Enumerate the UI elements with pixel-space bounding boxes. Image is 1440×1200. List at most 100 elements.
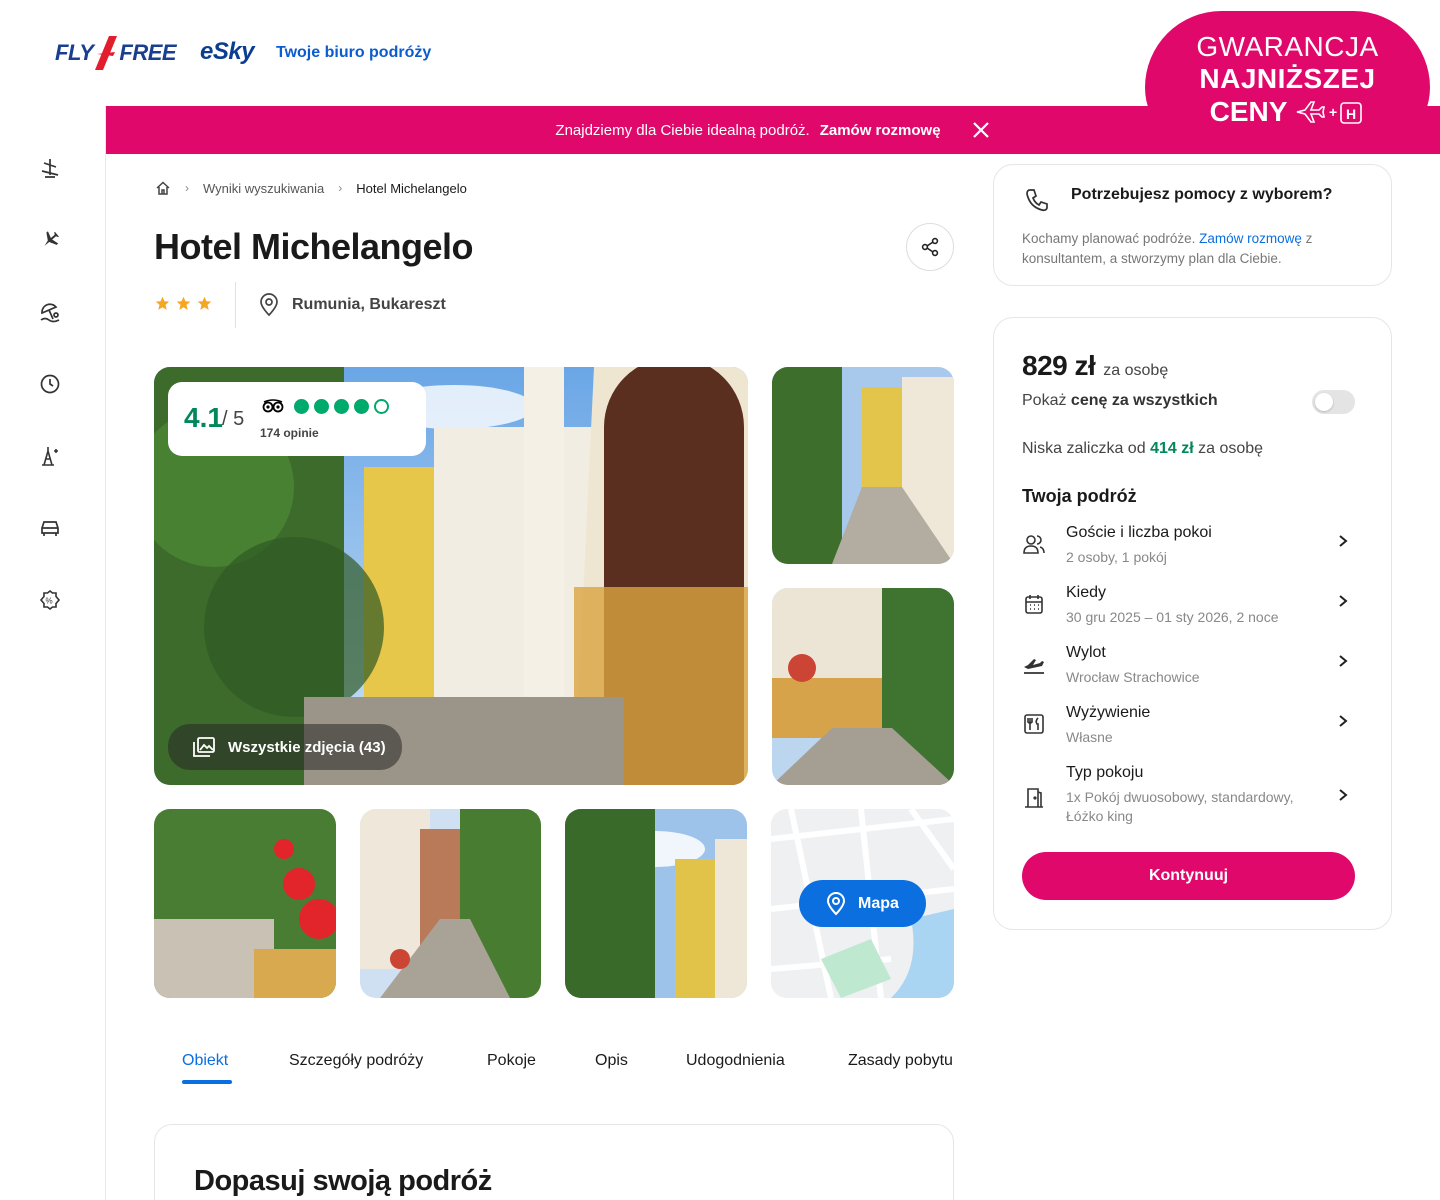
price-amount: 829 zł bbox=[1022, 350, 1096, 381]
hotel-location[interactable]: Rumunia, Bukareszt bbox=[258, 293, 446, 317]
help-card: Potrzebujesz pomocy z wyborem? Kochamy p… bbox=[993, 164, 1392, 286]
trip-row-value: 2 osoby, 1 pokój bbox=[1066, 549, 1167, 565]
active-tab-indicator bbox=[182, 1080, 232, 1084]
trip-row-meals[interactable]: Wyżywienie Własne bbox=[1022, 704, 1362, 756]
breadcrumb-search-results[interactable]: Wyniki wyszukiwania bbox=[203, 181, 324, 196]
share-icon bbox=[921, 237, 939, 257]
rating-bubbles bbox=[294, 399, 389, 414]
trip-row-departure[interactable]: Wylot Wrocław Strachowice bbox=[1022, 644, 1362, 696]
rating-bubble-full bbox=[334, 399, 349, 414]
trip-row-value: 30 gru 2025 – 01 sty 2026, 2 noce bbox=[1066, 609, 1279, 625]
trip-row-value: Wrocław Strachowice bbox=[1066, 669, 1200, 685]
help-text: Kochamy planować podróże. Zamów rozmowę … bbox=[1022, 229, 1362, 269]
trip-row-value: Własne bbox=[1066, 729, 1113, 745]
map-button[interactable]: Mapa bbox=[799, 880, 926, 927]
tab-obiekt[interactable]: Obiekt bbox=[182, 1052, 228, 1070]
trip-row-label: Goście i liczba pokoi bbox=[1066, 524, 1212, 541]
location-pin-icon bbox=[260, 293, 278, 317]
map-label: Mapa bbox=[858, 894, 899, 912]
home-icon[interactable] bbox=[155, 180, 171, 196]
tab-zasady-pobytu[interactable]: Zasady pobytu bbox=[848, 1052, 953, 1070]
holiday-icon[interactable] bbox=[38, 156, 62, 180]
show-total-prefix: Pokaż bbox=[1022, 392, 1067, 409]
gallery-icon bbox=[193, 737, 215, 757]
room-door-icon bbox=[1022, 786, 1046, 810]
star-icon bbox=[176, 296, 191, 310]
close-icon[interactable] bbox=[971, 120, 991, 140]
hotel-photo-thumbnail[interactable] bbox=[772, 588, 954, 785]
breadcrumb: › Wyniki wyszukiwania › Hotel Michelange… bbox=[155, 180, 467, 196]
tagline: Twoje biuro podróży bbox=[276, 44, 432, 61]
tab-opis[interactable]: Opis bbox=[595, 1052, 628, 1070]
svg-text:%: % bbox=[46, 597, 53, 606]
all-photos-button[interactable]: Wszystkie zdjęcia (43) bbox=[168, 724, 402, 770]
promo-text: Znajdziemy dla Ciebie idealną podróż. bbox=[555, 121, 810, 139]
rating-bubble-full bbox=[354, 399, 369, 414]
hotel-photo-thumbnail[interactable] bbox=[360, 809, 541, 998]
all-photos-label: Wszystkie zdjęcia (43) bbox=[228, 738, 386, 756]
section-tabs: Obiekt Szczegóły podróży Pokoje Opis Udo… bbox=[154, 1040, 954, 1086]
logo-free-text: FREE bbox=[119, 40, 177, 65]
tab-udogodnienia[interactable]: Udogodnienia bbox=[686, 1052, 785, 1070]
lastminute-icon[interactable] bbox=[38, 372, 62, 396]
chevron-right-icon bbox=[1339, 789, 1348, 801]
share-button[interactable] bbox=[906, 223, 954, 271]
breadcrumb-separator-icon: › bbox=[338, 181, 343, 195]
help-call-link[interactable]: Zamów rozmowę bbox=[1199, 231, 1302, 246]
logo-slash-icon bbox=[95, 36, 118, 70]
phone-icon bbox=[1026, 189, 1048, 212]
star-rating bbox=[155, 296, 212, 311]
chevron-right-icon bbox=[1339, 715, 1348, 727]
deals-icon[interactable]: % bbox=[38, 588, 62, 612]
page-title: Hotel Michelangelo bbox=[154, 226, 474, 267]
svg-text:+: + bbox=[1329, 104, 1337, 120]
hotel-photo-thumbnail[interactable] bbox=[565, 809, 747, 998]
help-text-before: Kochamy planować podróże. bbox=[1022, 231, 1196, 246]
rating-bubble-full bbox=[294, 399, 309, 414]
total-price-toggle[interactable] bbox=[1312, 390, 1355, 414]
meal-icon bbox=[1022, 712, 1046, 736]
guarantee-line2: NAJNIŻSZEJ bbox=[1199, 63, 1376, 94]
svg-text:H: H bbox=[1346, 106, 1356, 122]
guarantee-line3: CENY bbox=[1209, 96, 1288, 127]
booking-summary-card: 829 zł za osobę Pokaż cenę za wszystkich… bbox=[993, 317, 1392, 930]
tripadvisor-icon bbox=[262, 399, 284, 413]
tripadvisor-rating-card[interactable]: 4.1 / 5 174 opinie bbox=[168, 382, 426, 456]
tab-szczegoly-podrozy[interactable]: Szczegóły podróży bbox=[289, 1052, 423, 1070]
hotel-photo-thumbnail[interactable] bbox=[772, 367, 954, 564]
car-icon[interactable] bbox=[38, 516, 62, 540]
show-total-bold: cenę za wszystkich bbox=[1070, 392, 1218, 409]
trip-section-title: Twoja podróż bbox=[1022, 486, 1137, 506]
deposit-amount: 414 zł bbox=[1150, 440, 1194, 457]
show-total-price-label: Pokaż cenę za wszystkich bbox=[1022, 392, 1218, 410]
help-title: Potrzebujesz pomocy z wyborem? bbox=[1071, 186, 1333, 203]
trip-row-room-type[interactable]: Typ pokoju 1x Pokój dwuosobowy, standard… bbox=[1022, 764, 1362, 828]
guarantee-line1: GWARANCJA bbox=[1196, 31, 1379, 62]
review-count[interactable]: 174 opinie bbox=[260, 426, 319, 440]
beach-icon[interactable] bbox=[38, 300, 62, 324]
flight-icon[interactable] bbox=[38, 228, 62, 252]
toggle-knob bbox=[1315, 393, 1333, 411]
trip-row-dates[interactable]: Kiedy 30 gru 2025 – 01 sty 2026, 2 noce bbox=[1022, 584, 1362, 636]
customize-trip-section: Dopasuj swoją podróż bbox=[154, 1124, 954, 1200]
tab-pokoje[interactable]: Pokoje bbox=[487, 1052, 536, 1070]
location-pin-icon bbox=[827, 891, 846, 915]
esky-logo[interactable]: eSky bbox=[200, 38, 255, 66]
lowest-price-guarantee-badge[interactable]: GWARANCJA NAJNIŻSZEJ CENY + H bbox=[1145, 11, 1430, 153]
section-title: Dopasuj swoją podróż bbox=[194, 1165, 492, 1197]
trip-row-label: Wyżywienie bbox=[1066, 704, 1151, 721]
deposit-suffix: za osobę bbox=[1198, 440, 1264, 457]
logo-fly-text: FLY bbox=[55, 40, 94, 65]
deposit-info: Niska zaliczka od 414 zł za osobę bbox=[1022, 440, 1263, 458]
divider bbox=[235, 282, 236, 328]
trip-row-guests[interactable]: Goście i liczba pokoi 2 osoby, 1 pokój bbox=[1022, 524, 1362, 576]
flyfree-logo[interactable]: FLY FREE bbox=[55, 36, 177, 70]
rating-outof: / 5 bbox=[222, 408, 245, 430]
hotel-photo-thumbnail[interactable] bbox=[154, 809, 336, 998]
trip-row-value: 1x Pokój dwuosobowy, standardowy, Łóżko … bbox=[1066, 789, 1294, 824]
city-break-icon[interactable] bbox=[38, 444, 62, 468]
guests-icon bbox=[1022, 532, 1046, 556]
continue-button[interactable]: Kontynuuj bbox=[1022, 852, 1355, 900]
promo-call-link[interactable]: Zamów rozmowę bbox=[820, 122, 941, 139]
price-display: 829 zł za osobę bbox=[1022, 350, 1168, 382]
